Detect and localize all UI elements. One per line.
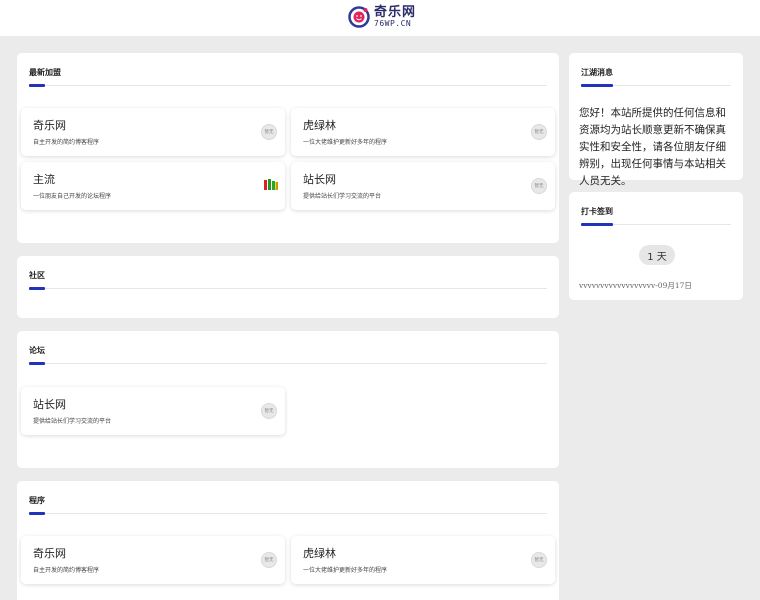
section-accent <box>581 223 613 226</box>
section-title: 程序 <box>29 496 45 505</box>
site-header: 奇乐网 76WP.CN <box>0 0 760 36</box>
section-latest: 最新加盟 奇乐网 自主开发的简约博客程序 暂无 虎绿林 一位大佬维护更新好多年的… <box>17 53 559 243</box>
card-description: 自主开发的简约博客程序 <box>33 567 100 574</box>
section-accent <box>29 362 45 365</box>
section-accent <box>29 512 45 515</box>
placeholder-logo-icon: 暂无 <box>261 124 277 140</box>
card-title: 虎绿林 <box>303 547 336 560</box>
placeholder-logo-icon: 暂无 <box>531 124 547 140</box>
section-program: 程序 奇乐网 自主开发的简约博客程序 暂无 虎绿林 一位大佬维护更新好多年的程序… <box>17 481 559 600</box>
card-description: 自主开发的简约博客程序 <box>33 139 100 146</box>
card-title: 奇乐网 <box>33 119 66 132</box>
logo-domain: 76WP.CN <box>374 19 412 28</box>
section-title: 社区 <box>29 271 45 280</box>
placeholder-logo-icon: 暂无 <box>261 552 277 568</box>
checkin-record: vvvvvvvvvvvvvvvvvv-09月17日 <box>579 281 692 290</box>
card-description: 一位朋友自己开发的论坛程序 <box>33 193 112 200</box>
section-divider <box>29 363 547 364</box>
section-community: 社区 <box>17 256 559 318</box>
section-divider <box>29 513 547 514</box>
notice-text: 您好！本站所提供的任何信息和资源均为站长顺意更新不确保真实性和安全性，请各位朋友… <box>579 107 726 187</box>
section-title: 最新加盟 <box>29 68 61 77</box>
section-accent <box>581 84 613 87</box>
card-description: 提供给站长们学习交流的平台 <box>33 418 112 425</box>
card-title: 奇乐网 <box>33 547 66 560</box>
card-title: 站长网 <box>303 173 336 186</box>
placeholder-logo-icon: 暂无 <box>531 178 547 194</box>
card-description: 一位大佬维护更新好多年的程序 <box>303 139 388 146</box>
notice-title: 江湖消息 <box>581 68 613 77</box>
card-title: 主流 <box>33 173 55 186</box>
placeholder-logo-icon: 暂无 <box>261 403 277 419</box>
checkin-title: 打卡签到 <box>581 207 613 216</box>
card-title: 虎绿林 <box>303 119 336 132</box>
section-divider <box>29 85 547 86</box>
section-forum: 论坛 站长网 提供给站长们学习交流的平台 暂无 <box>17 331 559 468</box>
logo-face-icon <box>348 6 370 28</box>
site-card[interactable]: 虎绿林 一位大佬维护更新好多年的程序 暂无 <box>291 536 555 584</box>
section-title: 论坛 <box>29 346 45 355</box>
site-card[interactable]: 主流 一位朋友自己开发的论坛程序 <box>21 162 285 210</box>
site-card[interactable]: 虎绿林 一位大佬维护更新好多年的程序 暂无 <box>291 108 555 156</box>
section-accent <box>29 84 45 87</box>
checkin-panel: 打卡签到 1 天 vvvvvvvvvvvvvvvvvv-09月17日 <box>569 192 743 300</box>
site-card[interactable]: 站长网 提供给站长们学习交流的平台 暂无 <box>21 387 285 435</box>
site-logo[interactable]: 奇乐网 76WP.CN <box>348 6 416 28</box>
section-divider <box>29 288 547 289</box>
notice-panel: 江湖消息 您好！本站所提供的任何信息和资源均为站长顺意更新不确保真实性和安全性，… <box>569 53 743 187</box>
checkin-button[interactable]: 1 天 <box>639 245 675 265</box>
card-description: 一位大佬维护更新好多年的程序 <box>303 567 388 574</box>
section-accent <box>29 287 45 290</box>
site-card[interactable]: 奇乐网 自主开发的简约博客程序 暂无 <box>21 536 285 584</box>
card-title: 站长网 <box>33 398 66 411</box>
site-logo-icon <box>264 179 278 190</box>
card-description: 提供给站长们学习交流的平台 <box>303 193 382 200</box>
logo-name: 奇乐网 <box>374 5 417 20</box>
placeholder-logo-icon: 暂无 <box>531 552 547 568</box>
site-card[interactable]: 奇乐网 自主开发的简约博客程序 暂无 <box>21 108 285 156</box>
site-card[interactable]: 站长网 提供给站长们学习交流的平台 暂无 <box>291 162 555 210</box>
